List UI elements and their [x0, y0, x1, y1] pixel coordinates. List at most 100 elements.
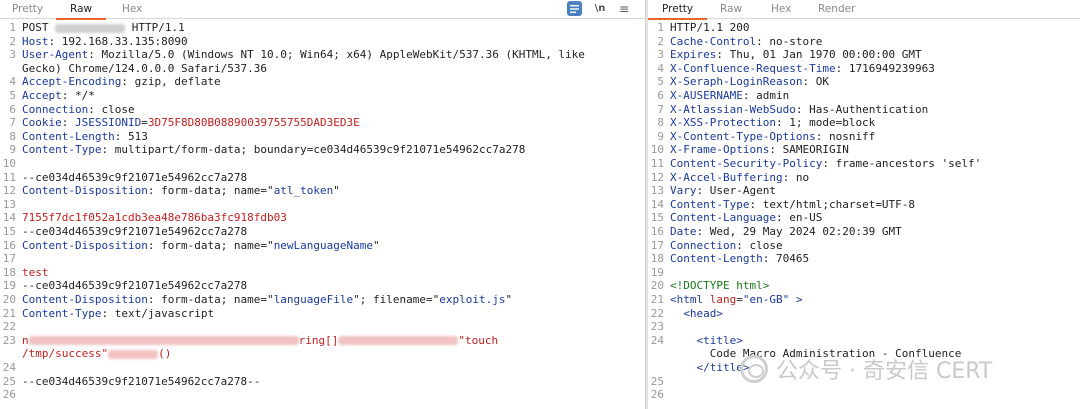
line-text: Connection: close	[670, 239, 783, 253]
line-number: 3	[657, 48, 664, 62]
code-token: : User-Agent	[696, 184, 776, 198]
line-number: 13	[650, 184, 664, 198]
line-text: test	[22, 266, 49, 280]
response-tab-pretty[interactable]: Pretty	[648, 3, 708, 20]
line-number: 15	[2, 225, 16, 238]
code-token: : nosniff	[815, 129, 876, 143]
line-text: Vary: User-Agent	[670, 184, 776, 198]
code-token: : form-data; name="	[147, 293, 274, 306]
line-number: 17	[2, 252, 16, 266]
code-token: X-Confluence-Request-Time	[670, 61, 836, 75]
code-token: : form-data; name="	[147, 238, 274, 252]
redacted-text	[338, 336, 459, 346]
request-tab-raw[interactable]: Raw	[55, 3, 107, 20]
code-token: : admin	[742, 89, 790, 102]
line-text: POST HTTP/1.1	[22, 21, 185, 35]
code-token: : no-store	[756, 34, 823, 48]
code-token: Content-Security-Policy	[670, 157, 823, 170]
code-token: /tmp/success"	[22, 347, 109, 361]
line-number: 16	[650, 225, 664, 238]
line-number: 23	[650, 320, 664, 334]
wrap-lines-icon[interactable]	[567, 1, 582, 16]
wechat-logo-icon	[740, 355, 768, 383]
line-number: 24	[2, 361, 16, 374]
code-token: : frame-ancestors 'self'	[822, 157, 982, 170]
line-number: 7	[657, 102, 664, 116]
line-text: Accept-Encoding: gzip, deflate	[22, 75, 221, 89]
code-token: Cache-Control	[670, 34, 757, 48]
line-number: 22	[650, 306, 664, 320]
code-token: :	[61, 116, 75, 130]
line-text: Content-Length: 70465	[670, 252, 809, 266]
code-token: --ce034d46539c9f21071e54962cc7a278	[22, 279, 248, 293]
line-number: 23	[2, 333, 16, 347]
line-number: 4	[657, 61, 664, 75]
code-token: : Wed, 29 May 2024 02:20:39 GMT	[696, 225, 902, 238]
newline-toggle-button[interactable]: \n	[593, 1, 607, 16]
watermark: 公众号 · 奇安信 CERT	[740, 352, 1070, 386]
line-number: 9	[9, 143, 16, 157]
line-number: 19	[2, 279, 16, 293]
code-token: languageFile	[273, 293, 354, 306]
line-number: 10	[2, 157, 16, 170]
code-token: : Thu, 01 Jan 1970 00:00:00 GMT	[716, 48, 922, 62]
line-text: <head>	[670, 307, 723, 321]
code-token: <!DOCTYPE html>	[670, 279, 770, 293]
line-text: Content-Disposition: form-data; name="ne…	[22, 239, 380, 253]
line-number: 20	[2, 293, 16, 306]
line-number: 17	[650, 238, 664, 252]
code-token: ring[]	[298, 333, 339, 347]
line-number: 5	[657, 75, 664, 89]
code-token: Content-Type	[22, 143, 102, 157]
response-tab-raw[interactable]: Raw	[720, 3, 742, 15]
code-token: : text/javascript	[101, 306, 215, 320]
code-token: n	[22, 333, 29, 347]
line-text: X-Seraph-LoginReason: OK	[670, 75, 829, 89]
watermark-text: 公众号 · 奇安信 CERT	[776, 359, 993, 384]
line-number: 2	[657, 34, 664, 48]
line-text: Content-Security-Policy: frame-ancestors…	[670, 157, 981, 171]
menu-icon[interactable]: ≡	[618, 1, 630, 16]
line-text: X-Frame-Options: SAMEORIGIN	[670, 143, 849, 157]
code-token: =	[736, 293, 743, 306]
line-text: --ce034d46539c9f21071e54962cc7a278	[22, 279, 247, 293]
code-token: <title>	[670, 333, 743, 347]
code-token: Content-Disposition	[22, 293, 148, 306]
request-tab-pretty[interactable]: Pretty	[12, 3, 43, 15]
line-number: 8	[657, 116, 664, 130]
response-tab-hex[interactable]: Hex	[771, 3, 791, 15]
line-text: X-Content-Type-Options: nosniff	[670, 130, 875, 144]
code-token: 7155f7dc1f052a1cdb3ea48e786ba3fc918fdb03	[22, 211, 287, 225]
code-token: : close	[88, 102, 135, 116]
line-text: X-AUSERNAME: admin	[670, 89, 789, 103]
line-text: Expires: Thu, 01 Jan 1970 00:00:00 GMT	[670, 48, 922, 62]
code-token: : */*	[61, 89, 95, 102]
response-tab-render[interactable]: Render	[818, 3, 855, 15]
line-text: X-Confluence-Request-Time: 1716949239963	[670, 62, 935, 76]
code-token: exploit.js	[439, 293, 506, 306]
code-token: JSESSIONID	[75, 116, 142, 130]
code-token: X-Content-Type-Options	[670, 129, 816, 143]
line-text: HTTP/1.1 200	[670, 21, 749, 35]
code-token: Expires	[670, 48, 717, 62]
line-text: X-XSS-Protection: 1; mode=block	[670, 116, 875, 130]
code-token: Gecko) Chrome/124.0.0.0 Safari/537.36	[22, 61, 268, 75]
code-token: Accept-Encoding	[22, 75, 122, 89]
code-token: X-XSS-Protection	[670, 116, 776, 130]
line-number: 25	[2, 374, 16, 388]
code-token: : multipart/form-data; boundary=ce034d46…	[101, 143, 526, 157]
code-token: POST	[22, 21, 56, 34]
request-tab-hex[interactable]: Hex	[122, 3, 142, 15]
line-number: 18	[2, 265, 16, 279]
code-token: Cookie	[22, 116, 62, 130]
line-number: 1	[657, 21, 664, 34]
code-token: --ce034d46539c9f21071e54962cc7a278	[22, 225, 248, 238]
code-token: newLanguageName	[273, 238, 374, 252]
redacted-text	[108, 349, 159, 359]
redacted-text	[28, 336, 299, 346]
line-number: 6	[9, 102, 16, 116]
line-number: 22	[2, 320, 16, 334]
code-token: "	[505, 293, 513, 306]
line-text: Accept: */*	[22, 89, 95, 103]
line-number: 2	[9, 34, 16, 48]
